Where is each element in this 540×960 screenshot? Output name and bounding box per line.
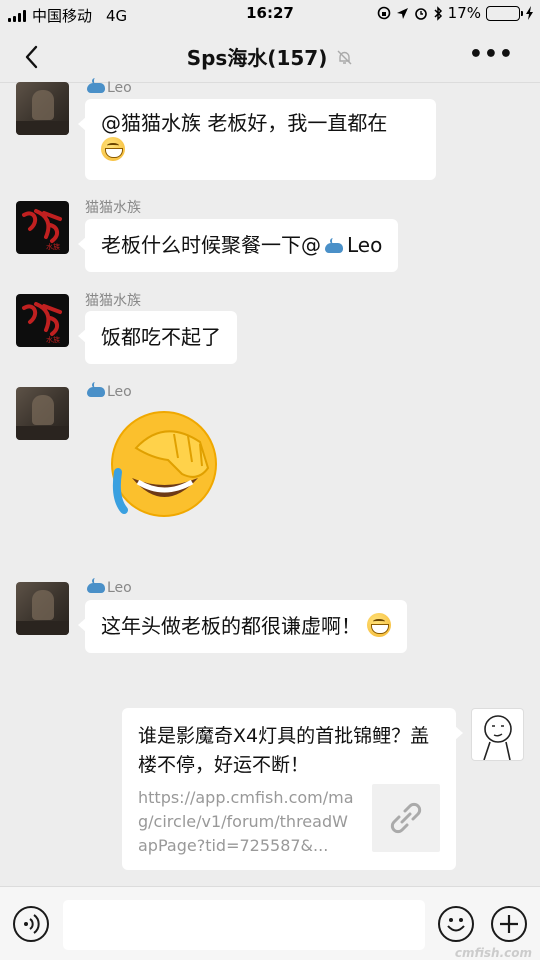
emoji-icon[interactable] <box>438 906 474 942</box>
message-bubble[interactable]: 老板什么时候聚餐一下@ Leo <box>77 219 399 272</box>
message-text: 饭都吃不起了 <box>101 325 221 349</box>
chat-title: Sps海水(157) <box>0 42 540 71</box>
message-text: @猫猫水族 老板好，我一直都在 <box>101 111 388 135</box>
sender-name: Leo <box>85 578 132 596</box>
link-card-title: 谁是影魔奇X4灯具的首批锦鲤？盖楼不停，好运不断！ <box>138 725 430 776</box>
whale-icon <box>85 382 107 398</box>
battery-icon <box>486 5 523 21</box>
message-bubble[interactable]: @猫猫水族 老板好，我一直都在 <box>78 99 436 180</box>
chat-title-text: Sps海水(157) <box>186 46 328 70</box>
whale-icon <box>323 238 345 254</box>
message-text: 这年头做老板的都很谦虚啊！ <box>101 614 361 638</box>
bluetooth-icon <box>434 5 442 21</box>
more-icon[interactable]: ••• <box>469 42 514 67</box>
avatar[interactable] <box>16 582 69 635</box>
link-card[interactable]: 谁是影魔奇X4灯具的首批锦鲤？盖楼不停，好运不断！ https://app.cm… <box>122 708 463 870</box>
watermark: cmfish.com <box>454 946 532 960</box>
sender-name: 猫猫水族 <box>85 293 141 309</box>
svg-text:水族: 水族 <box>46 242 60 251</box>
sender-name: Leo <box>85 78 132 96</box>
location-icon <box>396 7 408 19</box>
link-card-url: https://app.cmfish.com/mag/circle/v1/for… <box>138 788 354 855</box>
chat-header: Sps海水(157) ••• <box>0 28 540 83</box>
avatar[interactable]: 水族 <box>16 201 69 254</box>
message-text: 老板什么时候聚餐一下@ <box>101 233 321 257</box>
sender-name: Leo <box>85 382 132 400</box>
status-bar: 中国移动 4G 16:27 17% <box>0 0 540 28</box>
charging-icon <box>526 6 533 20</box>
avatar[interactable] <box>471 708 524 761</box>
rotation-lock-icon <box>377 6 390 20</box>
voice-icon[interactable] <box>13 906 49 942</box>
svg-text:水族: 水族 <box>46 335 60 344</box>
plus-icon[interactable] <box>491 906 527 942</box>
alarm-icon <box>414 8 427 20</box>
mention-text: Leo <box>347 233 383 257</box>
message-bubble[interactable]: 这年头做老板的都很谦虚啊！ <box>77 600 408 653</box>
bell-slash-icon <box>337 50 352 65</box>
message-bubble[interactable]: 饭都吃不起了 <box>78 311 237 364</box>
facepalm-laugh-sticker[interactable] <box>108 408 220 520</box>
link-icon <box>390 802 422 834</box>
avatar[interactable]: 水族 <box>16 294 69 347</box>
battery-percent: 17% <box>447 4 481 22</box>
message-input[interactable] <box>63 900 425 950</box>
whale-icon <box>85 578 107 594</box>
sender-name: 猫猫水族 <box>85 200 141 216</box>
avatar[interactable] <box>16 387 69 440</box>
grin-emoji-icon <box>101 137 125 161</box>
link-thumbnail <box>372 784 440 852</box>
avatar[interactable] <box>16 82 69 135</box>
whale-icon <box>85 78 107 94</box>
grin-emoji-icon <box>367 613 392 637</box>
